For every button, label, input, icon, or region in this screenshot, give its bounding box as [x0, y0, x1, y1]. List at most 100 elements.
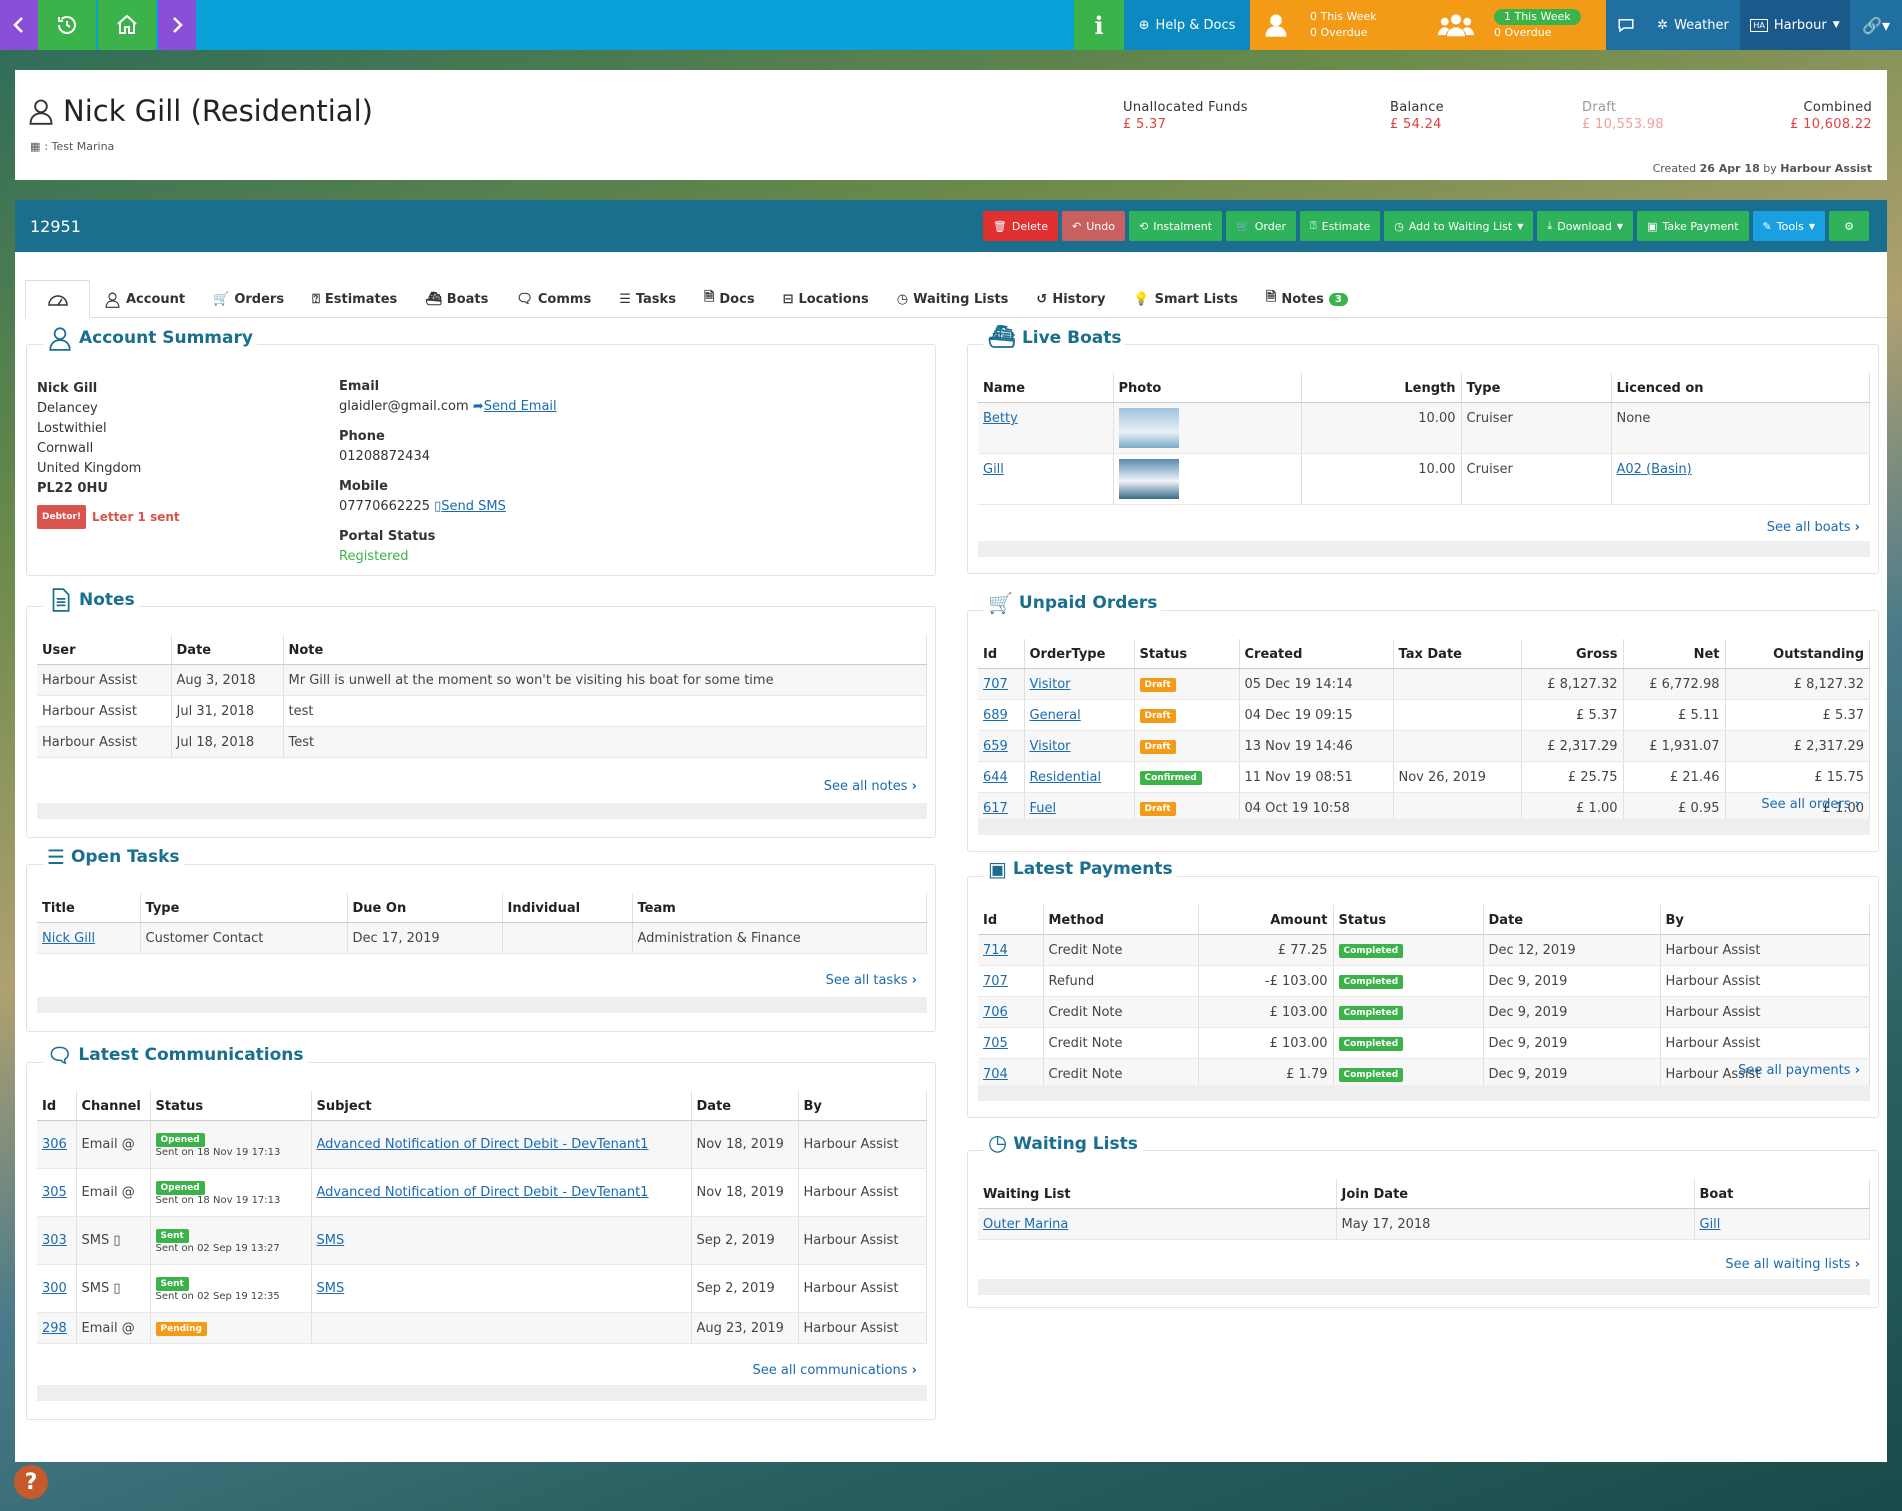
- boat-link[interactable]: Gill: [1700, 1217, 1721, 1232]
- take-payment-button[interactable]: ▣ Take Payment: [1637, 211, 1749, 241]
- tab-orders[interactable]: 🛒 Orders: [199, 280, 298, 318]
- subject-link[interactable]: Advanced Notification of Direct Debit - …: [317, 1137, 649, 1152]
- chat-button[interactable]: [1606, 0, 1646, 50]
- tab-boats[interactable]: ⛴ Boats: [411, 280, 502, 318]
- horizontal-scrollbar[interactable]: [978, 541, 1870, 557]
- subject-link[interactable]: SMS: [317, 1233, 345, 1248]
- order-id-link[interactable]: 659: [983, 739, 1008, 754]
- boat-photo[interactable]: [1118, 459, 1179, 499]
- waiting-list-link[interactable]: Outer Marina: [983, 1217, 1068, 1232]
- payment-id-link[interactable]: 707: [983, 974, 1008, 989]
- help-button[interactable]: ?: [14, 1465, 48, 1499]
- see-all-communications-link[interactable]: See all communications ›: [752, 1363, 917, 1378]
- subject-link[interactable]: SMS: [317, 1281, 345, 1296]
- weather-button[interactable]: ✲ Weather: [1646, 0, 1740, 50]
- comm-id-link[interactable]: 298: [42, 1321, 67, 1336]
- comm-id-link[interactable]: 305: [42, 1185, 67, 1200]
- order-type-link[interactable]: Visitor: [1030, 739, 1071, 754]
- open-tasks-panel: ☰ Open Tasks Title Type Due On Individual Tea…: [26, 845, 936, 1032]
- tab-waiting-lists[interactable]: ◷ Waiting Lists: [883, 280, 1023, 318]
- send-email-link[interactable]: Send Email: [484, 399, 557, 414]
- see-all-notes-link[interactable]: See all notes ›: [824, 779, 917, 794]
- undo-button[interactable]: ↶ Undo: [1062, 211, 1125, 241]
- estimate-button[interactable]: ⍰ Estimate: [1300, 211, 1381, 241]
- horizontal-scrollbar[interactable]: [978, 819, 1870, 835]
- tab-history[interactable]: ↺ History: [1022, 280, 1119, 318]
- email-value: glaidler@gmail.com: [339, 399, 469, 414]
- order-type-link[interactable]: General: [1030, 708, 1081, 723]
- latest-communications-panel: 🗨 Latest Communications Id Channel Status Su…: [26, 1043, 936, 1420]
- horizontal-scrollbar[interactable]: [37, 803, 927, 819]
- add-waiting-list-button[interactable]: ◷ Add to Waiting List ▼: [1384, 211, 1534, 241]
- tab-comms[interactable]: 🗨 Comms: [502, 280, 605, 318]
- settings-button[interactable]: ⚙: [1829, 211, 1869, 241]
- payment-id-link[interactable]: 714: [983, 943, 1008, 958]
- download-button[interactable]: ⤓ Download ▼: [1537, 211, 1634, 241]
- tab-notes[interactable]: 🗎 Notes 3: [1252, 280, 1362, 318]
- comm-id-link[interactable]: 306: [42, 1137, 67, 1152]
- chevron-left-icon: [13, 17, 23, 33]
- info-button[interactable]: i: [1074, 0, 1124, 50]
- tab-account[interactable]: Account: [90, 280, 199, 318]
- horizontal-scrollbar[interactable]: [978, 1085, 1870, 1101]
- boat-name-link[interactable]: Betty: [983, 411, 1018, 426]
- tab-dashboard[interactable]: [25, 280, 90, 318]
- order-button[interactable]: 🛒 Order: [1226, 211, 1297, 241]
- history-button[interactable]: [38, 0, 96, 50]
- order-type-link[interactable]: Residential: [1030, 770, 1102, 785]
- see-all-waiting-lists-link[interactable]: See all waiting lists ›: [1725, 1257, 1860, 1272]
- my-tasks-widget[interactable]: 0 This Week 0 Overdue: [1250, 0, 1426, 50]
- subject-link[interactable]: Advanced Notification of Direct Debit - …: [317, 1185, 649, 1200]
- order-id-link[interactable]: 617: [983, 801, 1008, 816]
- delete-button[interactable]: 🗑 Delete: [982, 211, 1059, 241]
- berth-link[interactable]: A02 (Basin): [1617, 462, 1692, 477]
- link-menu-button[interactable]: 🔗▾: [1850, 0, 1902, 50]
- chat-icon: 🗨: [47, 1043, 73, 1067]
- comm-id-link[interactable]: 303: [42, 1233, 67, 1248]
- see-all-boats-link[interactable]: See all boats ›: [1767, 520, 1860, 535]
- help-docs-button[interactable]: ⊕ Help & Docs: [1124, 0, 1250, 50]
- horizontal-scrollbar[interactable]: [37, 1385, 927, 1401]
- unpaid-orders-panel: 🛒 Unpaid Orders Id OrderType Status Created T…: [967, 591, 1879, 852]
- tab-smart-lists[interactable]: 💡 Smart Lists: [1119, 280, 1251, 318]
- wrench-icon: ✎: [1762, 219, 1772, 233]
- back-button[interactable]: [0, 0, 38, 50]
- instalment-button[interactable]: ⟲ Instalment: [1129, 211, 1223, 241]
- caret-down-icon: ▼: [1808, 221, 1815, 231]
- tools-button[interactable]: ✎ Tools ▼: [1752, 211, 1825, 241]
- tab-locations[interactable]: ⊟ Locations: [769, 280, 883, 318]
- team-tasks-widget[interactable]: 1 This Week 0 Overdue: [1426, 0, 1606, 50]
- order-type-link[interactable]: Fuel: [1030, 801, 1057, 816]
- main-content: Account 🛒 Orders ⍰ Estimates ⛴ Boats 🗨 Comms…: [15, 252, 1887, 1462]
- order-id-link[interactable]: 707: [983, 677, 1008, 692]
- status-badge: Sent: [155, 1277, 189, 1291]
- order-id-link[interactable]: 689: [983, 708, 1008, 723]
- tab-docs[interactable]: 🗎 Docs: [690, 280, 769, 318]
- see-all-tasks-link[interactable]: See all tasks ›: [826, 973, 917, 988]
- see-all-orders-link[interactable]: See all orders ›: [1761, 797, 1860, 812]
- harbour-dropdown[interactable]: HA Harbour ▼: [1740, 0, 1850, 50]
- boat-photo[interactable]: [1118, 408, 1179, 448]
- order-id-link[interactable]: 644: [983, 770, 1008, 785]
- tab-estimates[interactable]: ⍰ Estimates: [298, 280, 411, 318]
- task-title-link[interactable]: Nick Gill: [42, 931, 95, 946]
- see-all-payments-link[interactable]: See all payments ›: [1738, 1063, 1860, 1078]
- payment-id-link[interactable]: 704: [983, 1067, 1008, 1082]
- boat-name-link[interactable]: Gill: [983, 462, 1004, 477]
- boat-icon: ⛴: [425, 291, 442, 307]
- forward-button[interactable]: [158, 0, 196, 50]
- account-number: 12951: [30, 216, 81, 236]
- send-sms-link[interactable]: Send SMS: [441, 499, 506, 514]
- tab-tasks[interactable]: ☰ Tasks: [605, 280, 690, 318]
- horizontal-scrollbar[interactable]: [978, 1279, 1870, 1295]
- payment-id-link[interactable]: 706: [983, 1005, 1008, 1020]
- payment-id-link[interactable]: 705: [983, 1036, 1008, 1051]
- table-row: 306 Email @ Opened Sent on 18 Nov 19 17:1…: [37, 1120, 927, 1169]
- comm-id-link[interactable]: 300: [42, 1281, 67, 1296]
- caret-down-icon: ▼: [1616, 221, 1624, 231]
- horizontal-scrollbar[interactable]: [37, 997, 927, 1013]
- order-type-link[interactable]: Visitor: [1030, 677, 1071, 692]
- lightbulb-icon: 💡: [1133, 291, 1150, 307]
- notes-count-badge: 3: [1328, 292, 1348, 306]
- home-button[interactable]: [98, 0, 156, 50]
